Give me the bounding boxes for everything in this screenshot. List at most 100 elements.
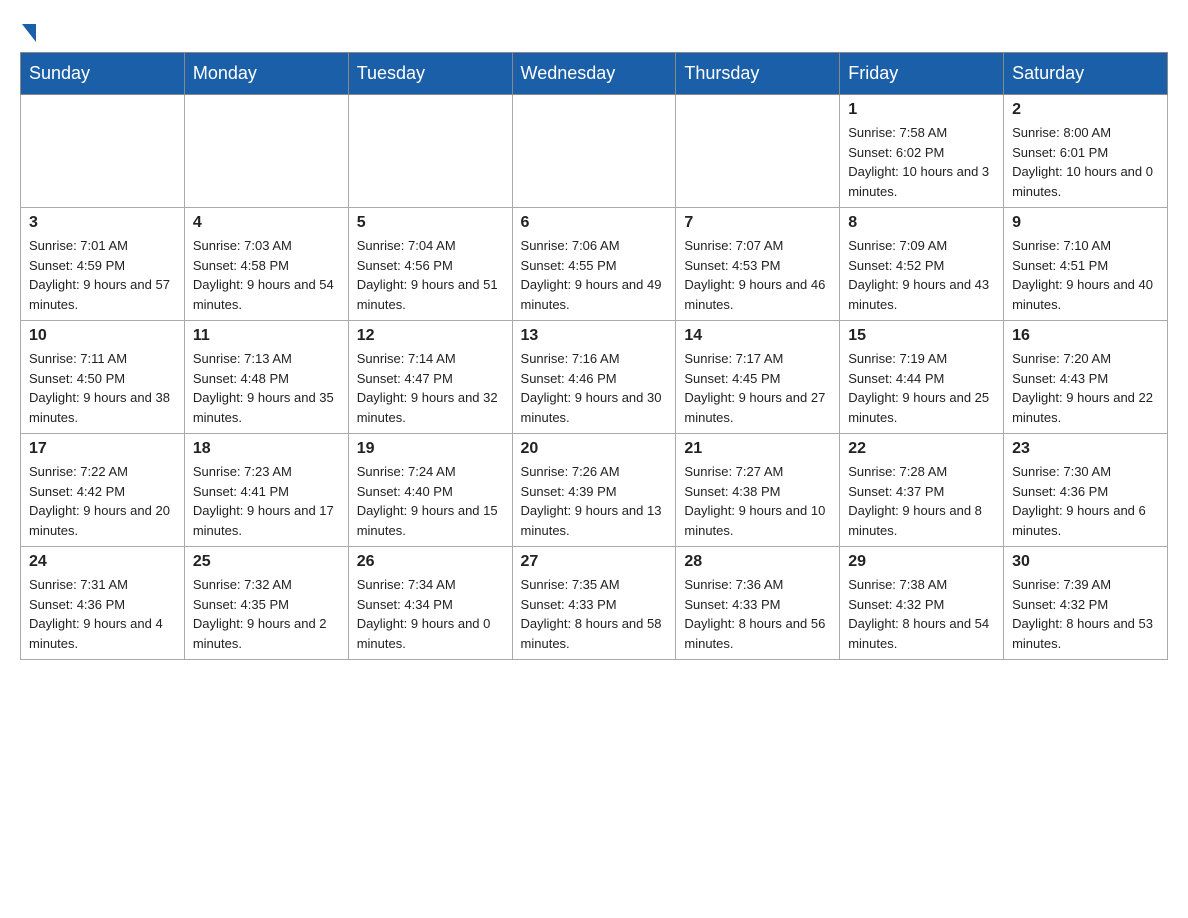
calendar-cell bbox=[348, 95, 512, 208]
day-info: Sunrise: 7:19 AM Sunset: 4:44 PM Dayligh… bbox=[848, 349, 995, 427]
day-info: Sunrise: 7:14 AM Sunset: 4:47 PM Dayligh… bbox=[357, 349, 504, 427]
day-number: 26 bbox=[357, 553, 504, 571]
calendar-cell: 13 Sunrise: 7:16 AM Sunset: 4:46 PM Dayli… bbox=[512, 321, 676, 434]
calendar-cell: 20Sunrise: 7:26 AM Sunset: 4:39 PM Dayli… bbox=[512, 434, 676, 547]
calendar-week-row: 10 Sunrise: 7:11 AM Sunset: 4:50 PM Dayli… bbox=[21, 321, 1168, 434]
calendar-cell: 29 Sunrise: 7:38 AM Sunset: 4:32 PM Dayli… bbox=[840, 547, 1004, 660]
calendar-cell: 17 Sunrise: 7:22 AM Sunset: 4:42 PM Dayli… bbox=[21, 434, 185, 547]
day-info: Sunrise: 7:06 AM Sunset: 4:55 PM Dayligh… bbox=[521, 236, 668, 314]
calendar-cell: 7 Sunrise: 7:07 AM Sunset: 4:53 PM Daylig… bbox=[676, 208, 840, 321]
day-number: 5 bbox=[357, 214, 504, 232]
day-info: Sunrise: 7:38 AM Sunset: 4:32 PM Dayligh… bbox=[848, 575, 995, 653]
day-number: 23 bbox=[1012, 440, 1159, 458]
day-info: Sunrise: 7:31 AM Sunset: 4:36 PM Dayligh… bbox=[29, 575, 176, 653]
calendar-cell bbox=[512, 95, 676, 208]
calendar-cell bbox=[676, 95, 840, 208]
day-number: 24 bbox=[29, 553, 176, 571]
day-number: 7 bbox=[684, 214, 831, 232]
page-header bbox=[20, 20, 1168, 42]
day-number: 4 bbox=[193, 214, 340, 232]
day-info: Sunrise: 7:39 AM Sunset: 4:32 PM Dayligh… bbox=[1012, 575, 1159, 653]
day-info: Sunrise: 7:13 AM Sunset: 4:48 PM Dayligh… bbox=[193, 349, 340, 427]
day-number: 28 bbox=[684, 553, 831, 571]
day-number: 30 bbox=[1012, 553, 1159, 571]
day-number: 15 bbox=[848, 327, 995, 345]
day-info: Sunrise: 7:22 AM Sunset: 4:42 PM Dayligh… bbox=[29, 462, 176, 540]
day-info: Sunrise: 7:04 AM Sunset: 4:56 PM Dayligh… bbox=[357, 236, 504, 314]
day-number: 21 bbox=[684, 440, 831, 458]
calendar-cell: 24 Sunrise: 7:31 AM Sunset: 4:36 PM Dayli… bbox=[21, 547, 185, 660]
day-of-week-header: Sunday bbox=[21, 53, 185, 95]
day-info: Sunrise: 7:36 AM Sunset: 4:33 PM Dayligh… bbox=[684, 575, 831, 653]
day-number: 11 bbox=[193, 327, 340, 345]
day-number: 25 bbox=[193, 553, 340, 571]
calendar-week-row: 1Sunrise: 7:58 AM Sunset: 6:02 PM Daylig… bbox=[21, 95, 1168, 208]
day-info: Sunrise: 7:58 AM Sunset: 6:02 PM Dayligh… bbox=[848, 123, 995, 201]
day-number: 20 bbox=[521, 440, 668, 458]
day-info: Sunrise: 7:23 AM Sunset: 4:41 PM Dayligh… bbox=[193, 462, 340, 540]
day-info: Sunrise: 7:09 AM Sunset: 4:52 PM Dayligh… bbox=[848, 236, 995, 314]
day-number: 18 bbox=[193, 440, 340, 458]
calendar-cell: 26 Sunrise: 7:34 AM Sunset: 4:34 PM Dayli… bbox=[348, 547, 512, 660]
calendar-cell: 14Sunrise: 7:17 AM Sunset: 4:45 PM Dayli… bbox=[676, 321, 840, 434]
day-info: Sunrise: 7:35 AM Sunset: 4:33 PM Dayligh… bbox=[521, 575, 668, 653]
day-number: 10 bbox=[29, 327, 176, 345]
day-info: Sunrise: 7:32 AM Sunset: 4:35 PM Dayligh… bbox=[193, 575, 340, 653]
day-info: Sunrise: 7:07 AM Sunset: 4:53 PM Dayligh… bbox=[684, 236, 831, 314]
day-of-week-header: Tuesday bbox=[348, 53, 512, 95]
calendar-cell: 21 Sunrise: 7:27 AM Sunset: 4:38 PM Dayli… bbox=[676, 434, 840, 547]
day-number: 17 bbox=[29, 440, 176, 458]
calendar-cell: 19 Sunrise: 7:24 AM Sunset: 4:40 PM Dayli… bbox=[348, 434, 512, 547]
day-number: 19 bbox=[357, 440, 504, 458]
calendar-header-row: SundayMondayTuesdayWednesdayThursdayFrid… bbox=[21, 53, 1168, 95]
day-of-week-header: Monday bbox=[184, 53, 348, 95]
calendar-week-row: 3 Sunrise: 7:01 AM Sunset: 4:59 PM Daylig… bbox=[21, 208, 1168, 321]
logo bbox=[20, 20, 36, 42]
day-number: 3 bbox=[29, 214, 176, 232]
day-info: Sunrise: 7:10 AM Sunset: 4:51 PM Dayligh… bbox=[1012, 236, 1159, 314]
calendar-cell: 9Sunrise: 7:10 AM Sunset: 4:51 PM Daylig… bbox=[1004, 208, 1168, 321]
day-info: Sunrise: 7:16 AM Sunset: 4:46 PM Dayligh… bbox=[521, 349, 668, 427]
calendar-week-row: 24 Sunrise: 7:31 AM Sunset: 4:36 PM Dayli… bbox=[21, 547, 1168, 660]
calendar-cell: 22Sunrise: 7:28 AM Sunset: 4:37 PM Dayli… bbox=[840, 434, 1004, 547]
calendar-cell: 25 Sunrise: 7:32 AM Sunset: 4:35 PM Dayli… bbox=[184, 547, 348, 660]
calendar-cell: 30 Sunrise: 7:39 AM Sunset: 4:32 PM Dayli… bbox=[1004, 547, 1168, 660]
day-info: Sunrise: 7:11 AM Sunset: 4:50 PM Dayligh… bbox=[29, 349, 176, 427]
day-info: Sunrise: 7:28 AM Sunset: 4:37 PM Dayligh… bbox=[848, 462, 995, 540]
day-number: 12 bbox=[357, 327, 504, 345]
day-of-week-header: Wednesday bbox=[512, 53, 676, 95]
calendar-cell: 11 Sunrise: 7:13 AM Sunset: 4:48 PM Dayli… bbox=[184, 321, 348, 434]
calendar-cell: 10 Sunrise: 7:11 AM Sunset: 4:50 PM Dayli… bbox=[21, 321, 185, 434]
calendar-cell: 8 Sunrise: 7:09 AM Sunset: 4:52 PM Daylig… bbox=[840, 208, 1004, 321]
day-number: 13 bbox=[521, 327, 668, 345]
day-number: 29 bbox=[848, 553, 995, 571]
day-of-week-header: Thursday bbox=[676, 53, 840, 95]
day-info: Sunrise: 7:27 AM Sunset: 4:38 PM Dayligh… bbox=[684, 462, 831, 540]
calendar-cell: 5 Sunrise: 7:04 AM Sunset: 4:56 PM Daylig… bbox=[348, 208, 512, 321]
calendar-cell: 27 Sunrise: 7:35 AM Sunset: 4:33 PM Dayli… bbox=[512, 547, 676, 660]
calendar-cell: 15 Sunrise: 7:19 AM Sunset: 4:44 PM Dayli… bbox=[840, 321, 1004, 434]
day-info: Sunrise: 7:03 AM Sunset: 4:58 PM Dayligh… bbox=[193, 236, 340, 314]
calendar-cell: 12 Sunrise: 7:14 AM Sunset: 4:47 PM Dayli… bbox=[348, 321, 512, 434]
day-info: Sunrise: 7:20 AM Sunset: 4:43 PM Dayligh… bbox=[1012, 349, 1159, 427]
day-number: 27 bbox=[521, 553, 668, 571]
day-number: 8 bbox=[848, 214, 995, 232]
calendar-cell: 1Sunrise: 7:58 AM Sunset: 6:02 PM Daylig… bbox=[840, 95, 1004, 208]
calendar-week-row: 17 Sunrise: 7:22 AM Sunset: 4:42 PM Dayli… bbox=[21, 434, 1168, 547]
day-number: 2 bbox=[1012, 101, 1159, 119]
calendar-cell: 16Sunrise: 7:20 AM Sunset: 4:43 PM Dayli… bbox=[1004, 321, 1168, 434]
calendar-cell: 4 Sunrise: 7:03 AM Sunset: 4:58 PM Daylig… bbox=[184, 208, 348, 321]
calendar-cell: 3 Sunrise: 7:01 AM Sunset: 4:59 PM Daylig… bbox=[21, 208, 185, 321]
day-info: Sunrise: 7:30 AM Sunset: 4:36 PM Dayligh… bbox=[1012, 462, 1159, 540]
day-info: Sunrise: 7:34 AM Sunset: 4:34 PM Dayligh… bbox=[357, 575, 504, 653]
day-number: 6 bbox=[521, 214, 668, 232]
calendar-cell: 2Sunrise: 8:00 AM Sunset: 6:01 PM Daylig… bbox=[1004, 95, 1168, 208]
day-info: Sunrise: 7:01 AM Sunset: 4:59 PM Dayligh… bbox=[29, 236, 176, 314]
day-number: 14 bbox=[684, 327, 831, 345]
day-info: Sunrise: 7:24 AM Sunset: 4:40 PM Dayligh… bbox=[357, 462, 504, 540]
calendar-table: SundayMondayTuesdayWednesdayThursdayFrid… bbox=[20, 52, 1168, 660]
calendar-cell: 18 Sunrise: 7:23 AM Sunset: 4:41 PM Dayli… bbox=[184, 434, 348, 547]
calendar-cell bbox=[184, 95, 348, 208]
calendar-cell bbox=[21, 95, 185, 208]
calendar-cell: 6 Sunrise: 7:06 AM Sunset: 4:55 PM Daylig… bbox=[512, 208, 676, 321]
